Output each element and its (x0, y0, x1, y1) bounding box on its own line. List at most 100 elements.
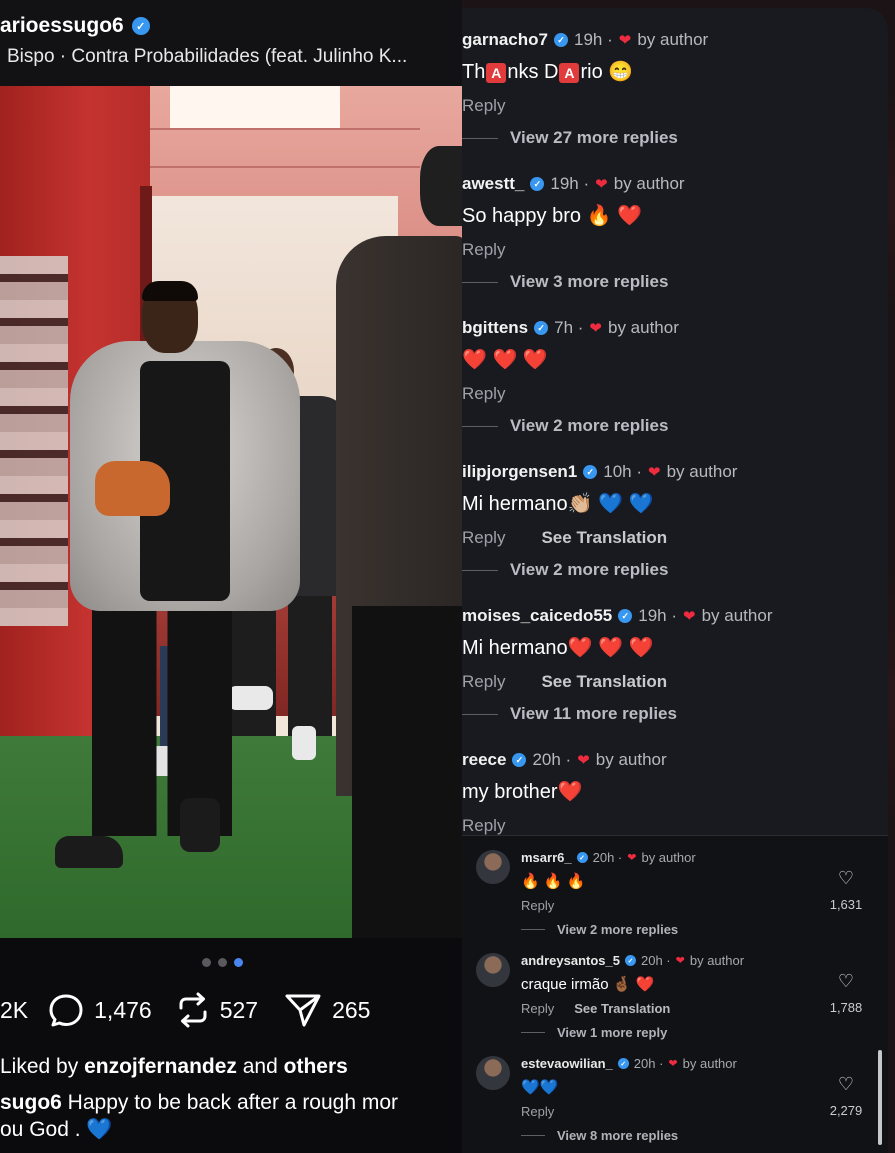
comment-like[interactable]: ♡ 2,279 (816, 1074, 876, 1118)
comment-text-part: rio 😁 (580, 61, 634, 83)
photo-player-bag (95, 461, 170, 516)
comment-text-part: Th (462, 61, 486, 83)
comment-text: Mi hermano👏🏼 💙 💙 (462, 493, 654, 515)
reply-button[interactable]: Reply (462, 96, 505, 116)
post-username[interactable]: arioessugo6 (0, 14, 124, 38)
see-translation-button[interactable]: See Translation (541, 672, 667, 692)
carousel-dot-active[interactable] (234, 958, 243, 967)
view-more-replies[interactable]: View 2 more replies (521, 922, 821, 937)
replies-line (521, 929, 545, 930)
view-more-replies-label[interactable]: View 2 more replies (557, 922, 678, 937)
heart-outline-icon[interactable]: ♡ (816, 868, 876, 889)
comment-username[interactable]: ilipjorgensen1 (462, 462, 577, 482)
like-count[interactable]: 2K (0, 997, 28, 1024)
photo-player-shoe (180, 798, 220, 852)
comment-username[interactable]: garnacho7 (462, 30, 548, 50)
reply-button[interactable]: Reply (521, 1001, 554, 1016)
liked-by-user[interactable]: enzojfernandez (84, 1055, 237, 1078)
liked-by-author-label: by author (682, 1056, 737, 1071)
comment-username[interactable]: bgittens (462, 318, 528, 338)
comment-actions: Reply See Translation (462, 672, 882, 692)
comment-time: 19h · (573, 30, 613, 49)
replies-line (462, 137, 498, 139)
comment-text-part: nks D (507, 61, 559, 83)
comment-icon (49, 994, 83, 1027)
replies-line (521, 1032, 545, 1033)
view-more-replies[interactable]: View 11 more replies (462, 704, 882, 724)
view-more-replies[interactable]: View 2 more replies (462, 416, 882, 436)
comment-username[interactable]: andreysantos_5 (521, 953, 620, 968)
replies-line (462, 569, 498, 571)
comment-username[interactable]: msarr6_ (521, 850, 572, 865)
post-actions: 2K 1,476 527 265 (0, 992, 370, 1028)
comment-text: 💙💙 (521, 1079, 559, 1096)
carousel-dot[interactable] (202, 958, 211, 967)
post-author[interactable]: arioessugo6 ✓ (0, 14, 150, 38)
comment: awestt_ ✓ 19h · ❤ by author So happy bro… (462, 174, 882, 292)
reply-button[interactable]: Reply (521, 1104, 554, 1119)
shares-count: 265 (332, 996, 371, 1023)
comment-like[interactable]: ♡ 1,788 (816, 971, 876, 1015)
caption-username[interactable]: sugo6 (0, 1091, 62, 1114)
verified-badge-icon: ✓ (576, 852, 588, 863)
view-more-replies[interactable]: View 1 more reply (521, 1025, 821, 1040)
liked-by-mid: and (236, 1055, 284, 1078)
photo-player-shoe (55, 836, 123, 868)
comment-time: 19h · (638, 606, 678, 625)
view-more-replies-label[interactable]: View 2 more replies (510, 416, 668, 436)
avatar[interactable] (476, 953, 510, 987)
reply-button[interactable]: Reply (462, 384, 505, 404)
reply-button[interactable]: Reply (462, 672, 505, 692)
heart-icon: ❤ (627, 852, 637, 864)
reply-button[interactable]: Reply (521, 898, 554, 913)
repost-button[interactable]: 527 (176, 992, 258, 1028)
view-more-replies-label[interactable]: View 1 more reply (557, 1025, 667, 1040)
share-button[interactable]: 265 (284, 992, 370, 1028)
post-song-label[interactable]: Bispo · Contra Probabilidades (feat. Jul… (7, 46, 407, 68)
photo-ceiling-light (170, 86, 340, 128)
view-more-replies-label[interactable]: View 27 more replies (510, 128, 678, 148)
see-translation-button[interactable]: See Translation (541, 528, 667, 548)
comment-username[interactable]: reece (462, 750, 506, 770)
verified-badge-icon: ✓ (534, 321, 549, 335)
liked-by-others[interactable]: others (284, 1055, 348, 1078)
comment-like[interactable]: ♡ 1,631 (816, 868, 876, 912)
view-more-replies-label[interactable]: View 2 more replies (510, 560, 668, 580)
reply-button[interactable]: Reply (462, 816, 505, 836)
heart-outline-icon[interactable]: ♡ (816, 1074, 876, 1095)
avatar[interactable] (476, 850, 510, 884)
post-photo[interactable] (0, 86, 462, 938)
view-more-replies[interactable]: View 8 more replies (521, 1128, 821, 1143)
view-more-replies-label[interactable]: View 11 more replies (510, 704, 677, 724)
heart-outline-icon[interactable]: ♡ (816, 971, 876, 992)
reply-button[interactable]: Reply (462, 528, 505, 548)
heart-icon: ❤ (675, 955, 685, 967)
comment: moises_caicedo55 ✓ 19h · ❤ by author Mi … (462, 606, 882, 724)
letter-a-emoji: A (486, 62, 507, 83)
verified-badge-icon: ✓ (530, 177, 545, 191)
view-more-replies[interactable]: View 2 more replies (462, 560, 882, 580)
carousel-dot[interactable] (218, 958, 227, 967)
comment-username[interactable]: moises_caicedo55 (462, 606, 612, 626)
comment-username[interactable]: estevaowilian_ (521, 1056, 613, 1071)
comment-username[interactable]: awestt_ (462, 174, 524, 194)
view-more-replies-label[interactable]: View 3 more replies (510, 272, 668, 292)
comment-header: andreysantos_5 ✓ 20h · ❤ by author (521, 953, 821, 968)
view-more-replies[interactable]: View 3 more replies (462, 272, 882, 292)
comment-body: msarr6_ ✓ 20h · ❤ by author 🔥 🔥 🔥 Reply … (521, 850, 821, 937)
liked-by-author-label: by author (666, 462, 738, 481)
view-more-replies-label[interactable]: View 8 more replies (557, 1128, 678, 1143)
comment-actions: Reply (462, 96, 882, 116)
photo-person-back-shoe (292, 726, 316, 760)
view-more-replies[interactable]: View 27 more replies (462, 128, 882, 148)
avatar[interactable] (476, 1056, 510, 1090)
comment-button[interactable]: 1,476 (48, 992, 152, 1028)
comment-like-count: 2,279 (829, 1103, 863, 1118)
see-translation-button[interactable]: See Translation (574, 1001, 670, 1016)
scrollbar[interactable] (878, 1050, 882, 1145)
reply-button[interactable]: Reply (462, 240, 505, 260)
replies-line (462, 713, 498, 715)
comment-actions: Reply (521, 1104, 821, 1119)
post-panel: arioessugo6 ✓ Bispo · Contra Probabilida… (0, 0, 462, 1153)
verified-badge-icon: ✓ (131, 17, 150, 35)
